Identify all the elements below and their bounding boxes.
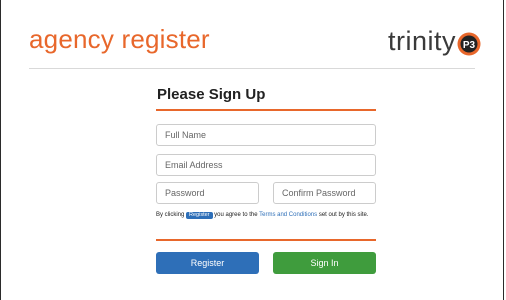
register-button[interactable]: Register — [156, 252, 259, 274]
form-title-divider — [156, 109, 376, 111]
email-field[interactable] — [156, 154, 376, 176]
signin-button[interactable]: Sign In — [273, 252, 376, 274]
terms-link[interactable]: Terms and Conditions — [259, 212, 317, 218]
terms-register-pill: Register — [186, 212, 213, 219]
terms-middle: you agree to the — [214, 212, 258, 218]
confirm-password-field[interactable] — [273, 182, 376, 204]
brand-title: agency register — [29, 24, 210, 54]
header-divider — [29, 68, 475, 69]
form-bottom-divider — [156, 239, 376, 241]
terms-notice: By clicking Register you agree to the Te… — [156, 211, 376, 220]
form-title: Please Sign Up — [157, 86, 266, 103]
full-name-field[interactable] — [156, 124, 376, 146]
p3-badge-icon: P3 — [457, 32, 481, 55]
password-field[interactable] — [156, 182, 259, 204]
signup-panel: Please Sign Up By clicking Register you … — [156, 84, 376, 274]
terms-suffix: set out by this site. — [318, 212, 369, 218]
terms-prefix: By clicking — [156, 212, 185, 218]
trinity-logo: trinity P3 — [388, 26, 481, 57]
logo-badge-label: P3 — [463, 40, 476, 51]
logo-text: trinity — [387, 26, 456, 56]
page-frame: agency register trinity P3 Please Sign U… — [0, 0, 504, 300]
